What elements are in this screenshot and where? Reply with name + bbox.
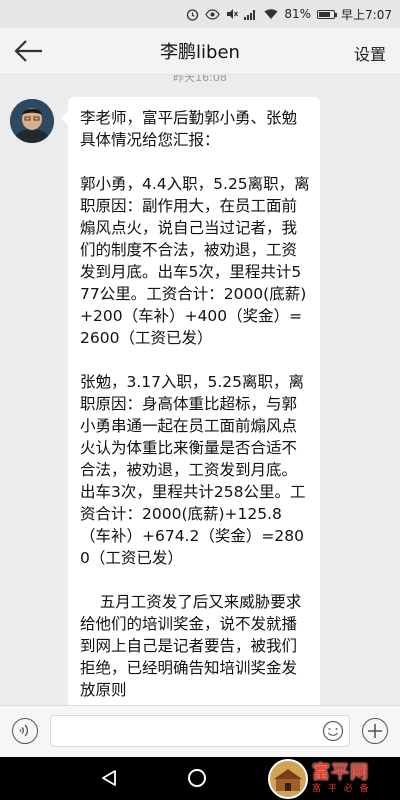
watermark-title: 富平网	[312, 761, 369, 783]
back-arrow-icon[interactable]	[14, 38, 44, 64]
input-bar	[0, 705, 400, 757]
message-text: 李老师，富平后勤郭小勇、张勉具体情况给您汇报： 郭小勇，4.4入职，5.25离职…	[80, 109, 310, 699]
eye-icon	[205, 8, 221, 20]
watermark-subtitle: 富 平 必 备	[312, 783, 371, 794]
battery-icon	[317, 9, 338, 19]
message-input[interactable]	[50, 715, 350, 747]
watermark-logo-icon	[268, 758, 308, 799]
message-timestamp: 昨天16:08	[173, 75, 227, 84]
mute-icon	[226, 8, 239, 20]
message-bubble[interactable]: 李老师，富平后勤郭小勇、张勉具体情况给您汇报： 郭小勇，4.4入职，5.25离职…	[61, 97, 320, 705]
watermark: 富平网 富 平 必 备	[268, 757, 400, 800]
voice-input-icon[interactable]	[12, 718, 38, 744]
battery-fill	[319, 11, 331, 17]
signal-icon	[244, 8, 258, 20]
battery-percent: 81%	[284, 7, 312, 21]
alarm-icon	[186, 8, 199, 21]
header-bar: 李鹏liben 设置	[0, 28, 400, 75]
status-bar: 81% 早上7:07	[0, 0, 400, 28]
nav-home-circle-icon[interactable]	[188, 769, 206, 787]
emoji-icon[interactable]	[322, 720, 344, 742]
chat-area[interactable]: 昨天16:08 李老师，富平后勤郭小勇、张勉具体情况给您汇报： 郭小勇，4.4入…	[0, 75, 400, 705]
page-title: 李鹏liben	[160, 42, 240, 63]
settings-button[interactable]: 设置	[354, 41, 386, 65]
avatar[interactable]	[10, 99, 54, 143]
nav-back-triangle-icon[interactable]	[100, 769, 118, 791]
clock-time: 早上7:07	[341, 7, 392, 22]
wifi-icon	[264, 8, 278, 20]
plus-icon[interactable]	[362, 718, 388, 744]
